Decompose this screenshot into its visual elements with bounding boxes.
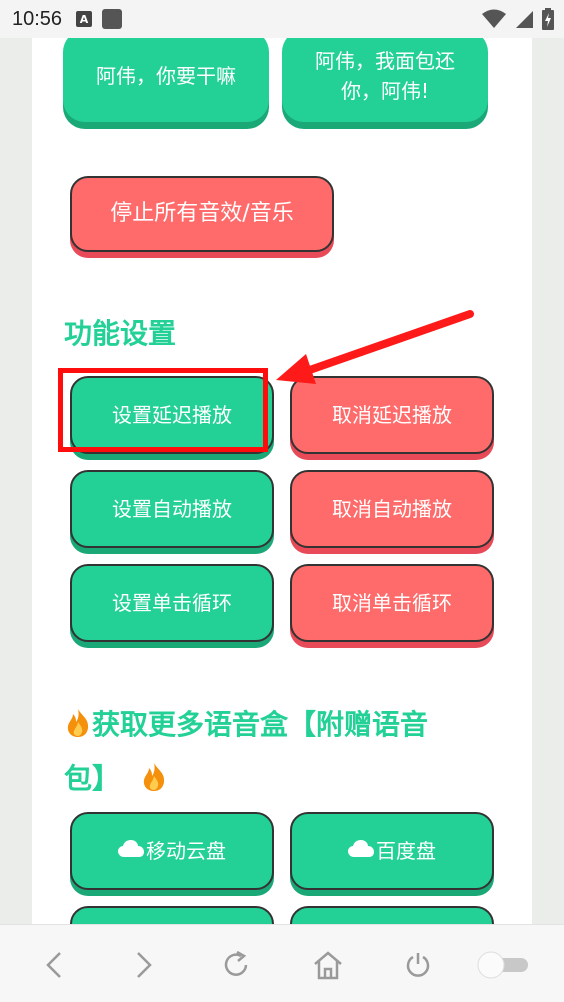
download-button-partial-right[interactable]: [290, 906, 494, 924]
button-label: 取消延迟播放: [332, 403, 452, 427]
power-icon[interactable]: [400, 947, 436, 983]
annotation-highlight-box: [58, 368, 268, 452]
annotation-arrow-icon: [276, 310, 474, 384]
cancel-auto-play-button[interactable]: 取消自动播放: [290, 470, 494, 548]
back-icon[interactable]: [36, 947, 72, 983]
fire-icon: [140, 758, 168, 808]
set-auto-play-button[interactable]: 设置自动播放: [70, 470, 274, 548]
section-title-more: 获取更多语音盒【附赠语音 包】: [64, 700, 504, 808]
button-label: 停止所有音效/音乐: [110, 201, 294, 226]
mobile-cloud-button[interactable]: 移动云盘: [70, 812, 274, 890]
button-label: 设置单击循环: [112, 591, 232, 615]
button-label-line1: 阿伟，我面包还: [315, 49, 455, 73]
battery-icon: [542, 8, 554, 30]
status-time: 10:56: [12, 7, 63, 30]
section-title-line1: 获取更多语音盒【附赠语音: [92, 708, 429, 741]
section-title-line2: 包】: [64, 762, 121, 795]
download-button-partial-left[interactable]: [70, 906, 274, 924]
forward-icon[interactable]: [126, 947, 162, 983]
refresh-icon[interactable]: [218, 947, 254, 983]
button-label: 移动云盘: [146, 839, 226, 863]
status-bar: 10:56 A: [0, 0, 564, 38]
bottom-navigation-bar: [0, 924, 564, 1002]
sound-button-awei-bread[interactable]: 阿伟，我面包还 你，阿伟!: [282, 38, 488, 122]
accessibility-badge-icon: A: [76, 11, 93, 27]
cloud-icon: [348, 840, 374, 862]
button-label: 百度盘: [376, 839, 436, 863]
button-label: 阿伟，你要干嘛: [96, 64, 236, 88]
button-label-line2: 你，阿伟!: [340, 79, 430, 103]
notification-icon: [102, 9, 123, 29]
set-click-loop-button[interactable]: 设置单击循环: [70, 564, 274, 642]
fire-icon: [64, 704, 92, 754]
signal-icon: [516, 11, 533, 28]
button-label: 取消自动播放: [332, 497, 452, 521]
stop-all-sounds-button[interactable]: 停止所有音效/音乐: [70, 176, 334, 252]
toggle-icon[interactable]: [476, 947, 532, 983]
sound-button-awei-what[interactable]: 阿伟，你要干嘛: [63, 38, 269, 122]
button-label: 设置自动播放: [112, 497, 232, 521]
home-icon[interactable]: [310, 947, 346, 983]
wifi-icon: [482, 9, 506, 28]
section-title-settings: 功能设置: [64, 317, 177, 350]
cancel-click-loop-button[interactable]: 取消单击循环: [290, 564, 494, 642]
baidu-pan-button[interactable]: 百度盘: [290, 812, 494, 890]
cloud-icon: [118, 840, 144, 862]
button-label: 取消单击循环: [332, 591, 452, 615]
page-content: 阿伟，你要干嘛 阿伟，我面包还 你，阿伟! 停止所有音效/音乐 功能设置 设置延…: [32, 38, 532, 924]
